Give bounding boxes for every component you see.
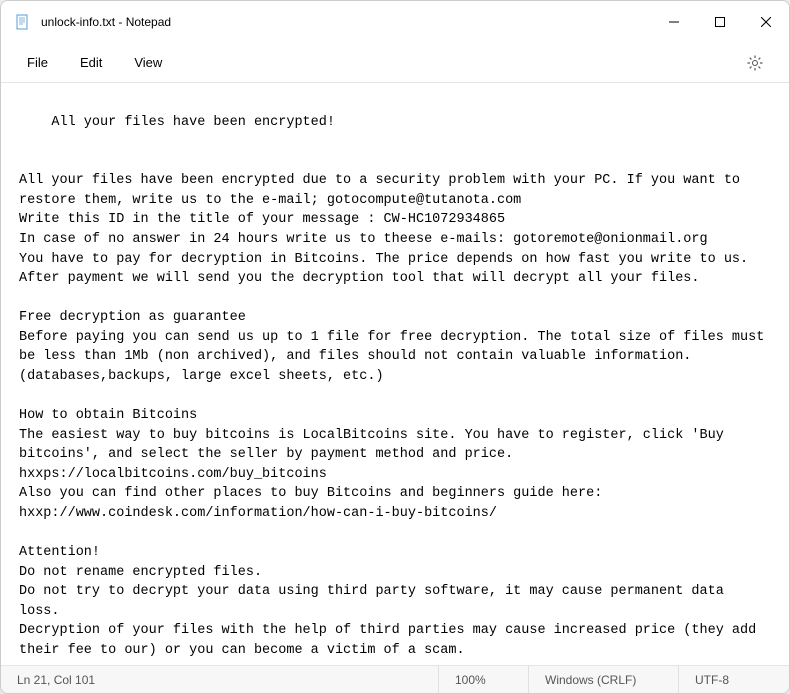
menu-edit[interactable]: Edit xyxy=(64,49,118,76)
document-text: All your files have been encrypted! All … xyxy=(19,115,772,658)
settings-button[interactable] xyxy=(739,47,771,79)
close-button[interactable] xyxy=(743,1,789,43)
status-cursor-position: Ln 21, Col 101 xyxy=(1,666,439,693)
menu-view[interactable]: View xyxy=(118,49,178,76)
menu-file[interactable]: File xyxy=(11,49,64,76)
statusbar: Ln 21, Col 101 100% Windows (CRLF) UTF-8 xyxy=(1,665,789,693)
window-title: unlock-info.txt - Notepad xyxy=(41,15,651,29)
notepad-icon xyxy=(15,14,31,30)
status-zoom[interactable]: 100% xyxy=(439,666,529,693)
menubar: File Edit View xyxy=(1,43,789,83)
text-area[interactable]: All your files have been encrypted! All … xyxy=(1,83,789,665)
titlebar[interactable]: unlock-info.txt - Notepad xyxy=(1,1,789,43)
maximize-button[interactable] xyxy=(697,1,743,43)
status-encoding: UTF-8 xyxy=(679,666,789,693)
status-line-ending: Windows (CRLF) xyxy=(529,666,679,693)
minimize-button[interactable] xyxy=(651,1,697,43)
window-controls xyxy=(651,1,789,43)
gear-icon xyxy=(747,55,763,71)
notepad-window: unlock-info.txt - Notepad File Edit View… xyxy=(0,0,790,694)
